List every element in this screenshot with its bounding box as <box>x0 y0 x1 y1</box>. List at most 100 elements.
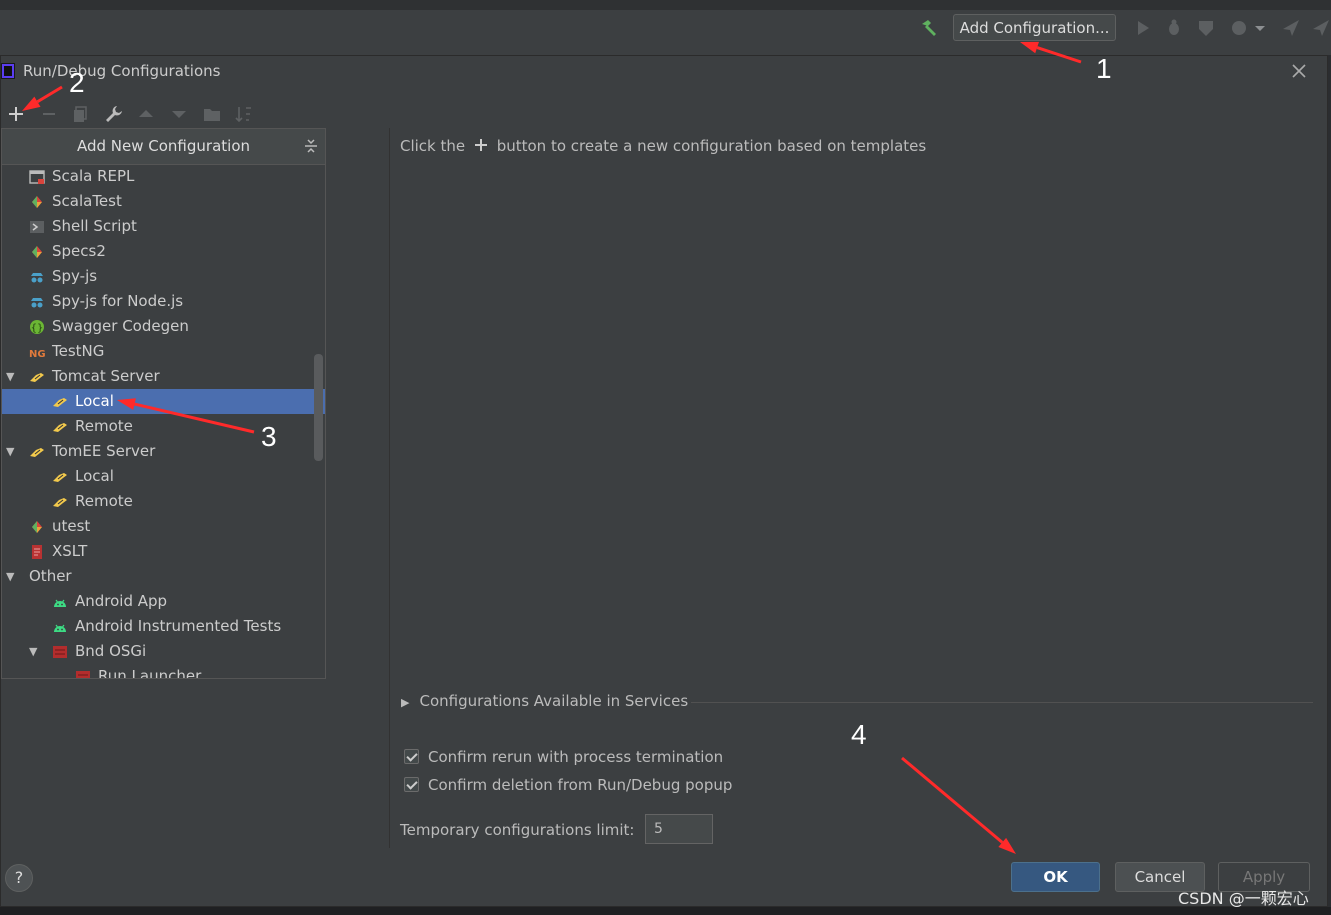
collapse-all-icon[interactable] <box>302 137 320 155</box>
tree-item[interactable]: Shell Script <box>2 214 325 239</box>
add-new-configuration-popup: Add New Configuration Scala REPL ScalaTes… <box>1 128 326 679</box>
android-icon <box>54 599 66 607</box>
temp-limit-input[interactable] <box>645 814 713 844</box>
copy-config-icon[interactable] <box>71 104 91 124</box>
annotation-1: 1 <box>1096 53 1112 84</box>
confirm-rerun-label: Confirm rerun with process termination <box>428 748 724 766</box>
tree-item[interactable]: Local <box>2 389 325 414</box>
swagger-icon: {} <box>30 320 44 334</box>
tree-item-label: Android Instrumented Tests <box>75 617 282 635</box>
tree-item-label: Scala REPL <box>52 167 135 185</box>
tree-item[interactable]: Android Instrumented Tests <box>2 614 325 639</box>
tree-item[interactable]: utest <box>2 514 325 539</box>
popup-scrollbar[interactable] <box>314 354 323 461</box>
edit-templates-wrench-icon[interactable] <box>104 104 124 124</box>
run-icon[interactable] <box>1133 18 1153 38</box>
spy-icon <box>31 273 43 283</box>
bnd-icon <box>53 646 67 658</box>
expand-arrow-icon[interactable]: ▼ <box>29 639 41 664</box>
close-icon[interactable] <box>1290 62 1308 80</box>
pane-divider <box>389 128 390 848</box>
profile-icon[interactable] <box>1230 18 1250 38</box>
add-config-plus-icon[interactable] <box>6 104 26 124</box>
tree-item-label: Android App <box>75 592 168 610</box>
annotation-2: 2 <box>69 67 85 98</box>
tree-item-label: Local <box>75 392 114 410</box>
tomcat-icon <box>30 373 44 382</box>
deploy-alt-icon[interactable] <box>1311 18 1331 38</box>
bnd-icon <box>76 671 90 678</box>
coverage-icon[interactable] <box>1196 18 1216 38</box>
scala-repl-icon <box>29 170 45 184</box>
add-configuration-button[interactable]: Add Configuration... <box>953 14 1116 41</box>
services-section-toggle[interactable]: ▶ Configurations Available in Services <box>401 692 688 710</box>
help-button[interactable]: ? <box>5 864 33 892</box>
tree-item-label: Bnd OSGi <box>75 642 147 660</box>
tree-item-label: Other <box>29 567 72 585</box>
expand-arrow-icon[interactable]: ▼ <box>6 364 18 389</box>
tree-item[interactable]: ▼ Tomcat Server <box>2 364 325 389</box>
tree-item[interactable]: Specs2 <box>2 239 325 264</box>
confirm-rerun-checkbox[interactable] <box>404 749 419 764</box>
remove-config-icon[interactable] <box>39 104 59 124</box>
tree-item-label: utest <box>52 517 91 535</box>
annotation-4: 4 <box>851 719 867 750</box>
tree-item[interactable]: ScalaTest <box>2 189 325 214</box>
new-folder-icon[interactable] <box>202 104 222 124</box>
tree-item-label: Shell Script <box>52 217 137 235</box>
confirm-delete-label: Confirm deletion from Run/Debug popup <box>428 776 733 794</box>
spy-icon <box>31 298 43 308</box>
tree-item-label: TomEE Server <box>52 442 156 460</box>
expand-triangle-icon: ▶ <box>401 696 410 709</box>
deploy-icon[interactable] <box>1281 18 1301 38</box>
tree-item-label: XSLT <box>52 542 88 560</box>
sort-icon[interactable] <box>234 104 254 124</box>
plus-icon <box>474 139 487 151</box>
intellij-app-icon <box>1 63 15 79</box>
temp-limit-label: Temporary configurations limit: <box>400 821 635 839</box>
tree-item-label: Local <box>75 467 114 485</box>
tomcat-icon <box>53 498 67 507</box>
profile-dropdown-icon[interactable] <box>1254 18 1266 38</box>
watermark: CSDN @一颗宏心 <box>1178 889 1309 908</box>
build-hammer-icon[interactable] <box>919 18 939 38</box>
tree-item-label: Run Launcher <box>98 667 202 679</box>
tree-item[interactable]: NG TestNG <box>2 339 325 364</box>
tree-item-label: Specs2 <box>52 242 106 260</box>
tomcat-icon <box>30 448 44 457</box>
tree-item[interactable]: ▼ Bnd OSGi <box>2 639 325 664</box>
tree-item[interactable]: Scala REPL <box>2 164 325 189</box>
services-label: Configurations Available in Services <box>419 692 689 710</box>
move-down-icon[interactable] <box>169 104 189 124</box>
xslt-icon <box>32 545 42 559</box>
tree-item[interactable]: Spy-js for Node.js <box>2 289 325 314</box>
tree-item[interactable]: Remote <box>2 489 325 514</box>
tree-item-label: Swagger Codegen <box>52 317 189 335</box>
tree-item[interactable]: Spy-js <box>2 264 325 289</box>
hint-before: Click the <box>400 137 466 155</box>
confirm-delete-checkbox[interactable] <box>404 777 419 792</box>
tree-item-label: Remote <box>75 417 133 435</box>
svg-text:{}: {} <box>31 323 44 334</box>
tree-item[interactable]: ▼ Other <box>2 564 325 589</box>
ok-button[interactable]: OK <box>1011 862 1100 892</box>
hint-after: button to create a new configuration bas… <box>496 137 927 155</box>
move-up-icon[interactable] <box>136 104 156 124</box>
confirm-delete-option[interactable]: Confirm deletion from Run/Debug popup <box>404 776 732 794</box>
expand-arrow-icon[interactable]: ▼ <box>6 564 18 589</box>
tree-item-label: Spy-js <box>52 267 98 285</box>
expand-arrow-icon[interactable]: ▼ <box>6 439 18 464</box>
dialog-title: Run/Debug Configurations <box>23 62 221 80</box>
tree-item[interactable]: Run Launcher <box>2 664 325 679</box>
debug-icon[interactable] <box>1164 18 1184 38</box>
bottom-edge <box>0 907 1331 915</box>
empty-hint-text: Click the button to create a new configu… <box>400 137 926 155</box>
tree-item[interactable]: XSLT <box>2 539 325 564</box>
tree-item[interactable]: {} Swagger Codegen <box>2 314 325 339</box>
tree-item[interactable]: Local <box>2 464 325 489</box>
confirm-rerun-option[interactable]: Confirm rerun with process termination <box>404 748 723 766</box>
tomcat-icon <box>53 473 67 482</box>
tree-item[interactable]: Android App <box>2 589 325 614</box>
shell-icon <box>30 221 44 233</box>
run-debug-dialog: Run/Debug Configurations Add New Configu… <box>0 55 1328 907</box>
